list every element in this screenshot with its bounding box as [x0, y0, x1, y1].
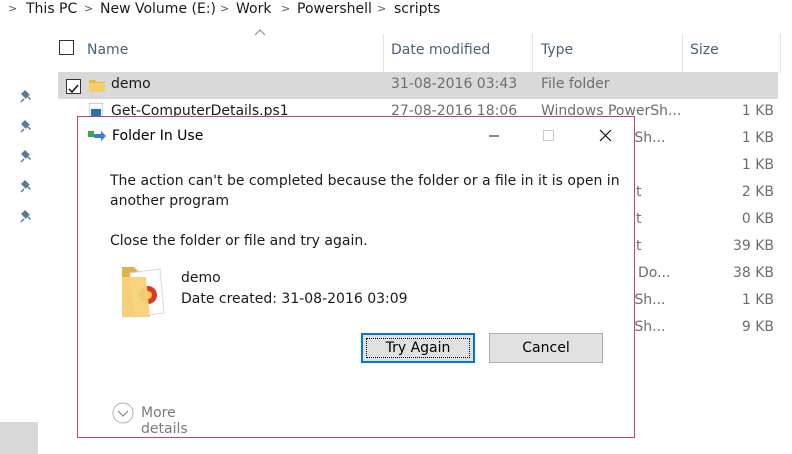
column-divider[interactable] — [532, 34, 533, 74]
file-size: 1 KB — [741, 292, 774, 308]
minimize-icon — [489, 135, 499, 137]
file-size: 2 KB — [741, 184, 774, 200]
folder-large-icon — [122, 267, 165, 318]
file-row[interactable]: demo 31-08-2016 03:43 File folder — [58, 72, 778, 99]
column-divider[interactable] — [383, 34, 384, 74]
column-divider[interactable] — [780, 34, 781, 74]
file-type: t — [636, 211, 642, 227]
file-type: t — [636, 184, 642, 200]
column-size[interactable]: Size — [690, 42, 719, 58]
close-icon — [599, 129, 612, 142]
column-divider[interactable] — [682, 34, 683, 74]
dialog-message: The action can't be completed because th… — [110, 171, 620, 211]
address-breadcrumb: > This PC > New Volume (E:) > Work > Pow… — [0, 0, 792, 22]
minimize-button[interactable] — [471, 117, 517, 155]
try-again-button[interactable]: Try Again — [361, 333, 475, 363]
pin-icon[interactable] — [20, 179, 34, 193]
chevron-down-circle-icon — [112, 402, 134, 424]
item-name: demo — [181, 270, 221, 286]
item-date-created: Date created: 31-08-2016 03:09 — [181, 291, 408, 307]
breadcrumb-this-pc[interactable]: This PC — [26, 0, 77, 20]
pin-icon[interactable] — [20, 119, 34, 133]
more-details-label: More details — [141, 405, 188, 437]
breadcrumb-work[interactable]: Work — [236, 0, 271, 20]
navigation-pane — [0, 22, 40, 454]
pin-icon[interactable] — [20, 209, 34, 223]
file-type: Do... — [638, 265, 671, 281]
file-size: 0 KB — [741, 211, 774, 227]
dialog-instruction: Close the folder or file and try again. — [110, 233, 368, 249]
breadcrumb-separator-icon[interactable]: > — [220, 0, 229, 20]
file-type: t — [636, 238, 642, 254]
breadcrumb-separator-icon[interactable]: > — [377, 0, 386, 20]
nav-selected-item[interactable] — [0, 422, 38, 454]
pin-icon[interactable] — [20, 89, 34, 103]
breadcrumb-separator-icon[interactable]: > — [8, 0, 17, 20]
column-name[interactable]: Name — [87, 42, 128, 58]
column-date-modified[interactable]: Date modified — [391, 42, 490, 58]
close-button[interactable] — [583, 117, 629, 155]
cancel-button[interactable]: Cancel — [489, 333, 603, 363]
file-date: 31-08-2016 03:43 — [391, 76, 518, 92]
file-name: demo — [111, 76, 151, 92]
breadcrumb-scripts[interactable]: scripts — [394, 0, 440, 20]
row-checkbox[interactable] — [66, 79, 81, 94]
breadcrumb-separator-icon[interactable]: > — [281, 0, 290, 20]
maximize-button — [525, 117, 571, 155]
file-type: File folder — [541, 76, 610, 92]
folder-icon — [89, 80, 105, 92]
select-all-checkbox[interactable] — [59, 40, 74, 55]
sort-ascending-icon — [254, 29, 266, 36]
breadcrumb-separator-icon[interactable]: > — [84, 0, 93, 20]
maximize-icon — [543, 130, 554, 141]
pin-icon[interactable] — [20, 149, 34, 163]
folder-in-use-dialog: Folder In Use The action can't be comple… — [77, 116, 635, 438]
dialog-titlebar[interactable]: Folder In Use — [78, 117, 634, 155]
dialog-message-line: another program — [110, 193, 229, 209]
file-move-icon — [88, 131, 106, 141]
column-header: Name Date modified Type Size — [40, 22, 792, 74]
breadcrumb-powershell[interactable]: Powershell — [297, 0, 372, 20]
dialog-message-line: The action can't be completed because th… — [110, 173, 620, 189]
breadcrumb-new-volume[interactable]: New Volume (E:) — [100, 0, 216, 20]
file-size: 1 KB — [741, 130, 774, 146]
dialog-title: Folder In Use — [112, 128, 204, 144]
file-size: 39 KB — [732, 238, 774, 254]
checkmark-icon — [68, 84, 79, 94]
file-size: 38 KB — [732, 265, 774, 281]
column-type[interactable]: Type — [541, 42, 573, 58]
file-size: 9 KB — [741, 319, 774, 335]
focus-rectangle — [366, 338, 470, 358]
cancel-label: Cancel — [522, 340, 570, 356]
file-size: 1 KB — [741, 157, 774, 173]
file-size: 1 KB — [741, 103, 774, 119]
